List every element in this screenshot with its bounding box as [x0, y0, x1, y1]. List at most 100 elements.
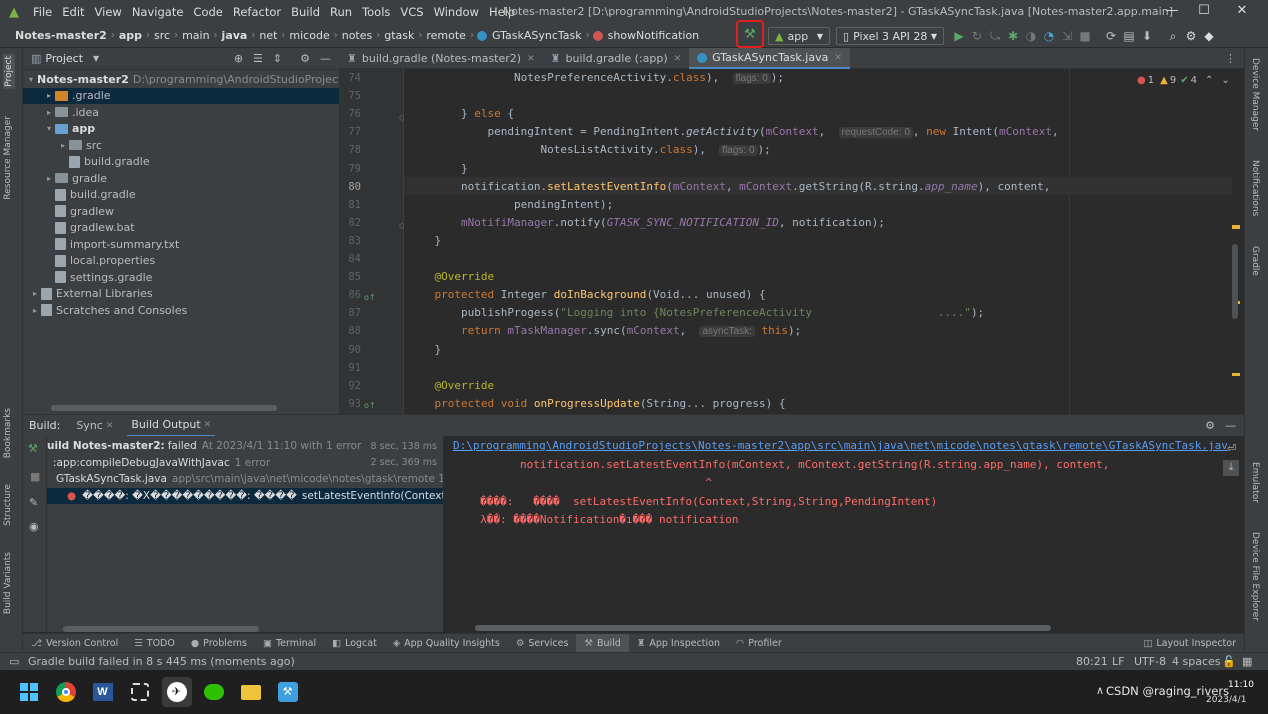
- run-config-select[interactable]: ▲ app ▼: [768, 27, 830, 45]
- tool-window-problems[interactable]: ● Problems: [183, 638, 255, 649]
- attach-debugger-icon[interactable]: ⇲: [1058, 27, 1076, 45]
- error-stripe-marker[interactable]: [1232, 373, 1240, 376]
- tree-item[interactable]: ▸ External Libraries: [23, 286, 339, 303]
- line-separator[interactable]: LF: [1112, 655, 1124, 668]
- menu-item-window[interactable]: Window: [429, 5, 484, 19]
- code-line[interactable]: protected void onProgressUpdate(String..…: [408, 395, 786, 413]
- tree-item[interactable]: ▸ .gradle: [23, 87, 339, 104]
- breadcrumb-item[interactable]: main: [179, 29, 212, 42]
- build-tree-row[interactable]: GTaskASyncTask.java app\src\main\java\net…: [47, 471, 443, 487]
- search-icon[interactable]: ⌕: [1164, 27, 1182, 45]
- tab-build-output[interactable]: Build Output ✕: [127, 415, 216, 437]
- tool-tab-gradle[interactable]: Gradle: [1250, 246, 1260, 276]
- chrome-icon[interactable]: [51, 677, 81, 707]
- tool-tab-structure[interactable]: Structure: [3, 484, 13, 526]
- tool-window-app-quality-insights[interactable]: ◈ App Quality Insights: [385, 638, 508, 649]
- indent-setting[interactable]: 4 spaces: [1172, 655, 1221, 668]
- chevron-down-icon[interactable]: ▼: [93, 54, 99, 63]
- hide-icon[interactable]: —: [1225, 419, 1236, 432]
- horizontal-scrollbar[interactable]: [63, 626, 259, 632]
- horizontal-scrollbar[interactable]: [475, 625, 1051, 631]
- tree-item[interactable]: ▸ src: [23, 137, 339, 154]
- scroll-to-end-icon[interactable]: ⤓: [1223, 460, 1239, 476]
- hide-icon[interactable]: —: [320, 52, 331, 65]
- tree-item[interactable]: ▾ Notes-master2 D:\programming\AndroidStud…: [23, 71, 352, 88]
- tree-item[interactable]: ▸ .idea: [23, 104, 339, 121]
- menu-item-view[interactable]: View: [90, 5, 127, 19]
- tool-tab-resource-manager[interactable]: Resource Manager: [3, 116, 13, 200]
- override-marker-icon[interactable]: o↑: [364, 401, 376, 410]
- gear-icon[interactable]: ⚙: [300, 52, 310, 65]
- breadcrumb-item[interactable]: remote: [423, 29, 469, 42]
- file-explorer-icon[interactable]: [236, 677, 266, 707]
- tool-tab-build-variants[interactable]: Build Variants: [3, 552, 13, 614]
- tree-item[interactable]: build.gradle: [23, 187, 339, 204]
- inspection-widget[interactable]: ● 1 ▲ 9 ✔ 4 ⌃ ⌄: [1137, 75, 1230, 86]
- close-icon[interactable]: ✕: [674, 54, 682, 64]
- vertical-scrollbar[interactable]: [1232, 244, 1238, 319]
- tree-item[interactable]: gradlew: [23, 203, 339, 220]
- tree-item[interactable]: build.gradle: [23, 154, 339, 171]
- close-icon[interactable]: ✕: [1232, 3, 1252, 21]
- pin-icon[interactable]: ✎: [29, 496, 38, 509]
- status-toggle-icon[interactable]: ▭: [9, 655, 19, 668]
- code-line[interactable]: return mTaskManager.sync(mContext, async…: [408, 322, 801, 340]
- tree-item[interactable]: gradlew.bat: [23, 220, 339, 237]
- chevron-right-icon[interactable]: ▸: [29, 306, 41, 315]
- lock-icon[interactable]: 🔓: [1222, 655, 1236, 668]
- run-icon[interactable]: ▶: [950, 27, 968, 45]
- stop-icon[interactable]: ■: [30, 470, 40, 483]
- menu-item-vcs[interactable]: VCS: [395, 5, 428, 19]
- settings-gear-icon[interactable]: ⚙: [1182, 27, 1200, 45]
- tool-window-terminal[interactable]: ▣ Terminal: [255, 638, 324, 649]
- tool-window-app-inspection[interactable]: ♜ App Inspection: [629, 638, 728, 649]
- tree-item[interactable]: ▾ app: [23, 121, 339, 138]
- close-icon[interactable]: ✕: [834, 53, 842, 63]
- code-line[interactable]: notification.setLatestEventInfo(mContext…: [408, 178, 1050, 196]
- chevron-right-icon[interactable]: ▸: [29, 289, 41, 298]
- file-encoding[interactable]: UTF-8: [1134, 655, 1166, 668]
- chevron-down-icon[interactable]: ⌄: [1221, 75, 1229, 86]
- code-line[interactable]: @Override: [408, 268, 495, 286]
- menu-item-navigate[interactable]: Navigate: [127, 5, 189, 19]
- code-line[interactable]: publishProgess("Logging into {NotesPrefe…: [408, 304, 984, 322]
- status-message[interactable]: Gradle build failed in 8 s 445 ms (momen…: [28, 655, 295, 668]
- close-icon[interactable]: ✕: [204, 420, 212, 430]
- tree-item[interactable]: ▸ Scratches and Consoles: [23, 302, 339, 319]
- error-stripe-marker[interactable]: [1232, 225, 1240, 229]
- breadcrumb-item[interactable]: Notes-master2: [12, 29, 110, 42]
- apply-code-changes-icon[interactable]: ⤿: [986, 27, 1004, 45]
- build-output-console[interactable]: D:\programming\AndroidStudioProjects\Not…: [445, 436, 1244, 632]
- editor-tab[interactable]: GTaskASyncTask.java ✕: [689, 48, 850, 69]
- tab-menu-icon[interactable]: ⋮: [1225, 52, 1236, 65]
- menu-item-tools[interactable]: Tools: [357, 5, 395, 19]
- device-select[interactable]: ▯ Pixel 3 API 28 ▼: [836, 27, 944, 45]
- coverage-icon[interactable]: ◑: [1022, 27, 1040, 45]
- sync-gradle-icon[interactable]: ⟳: [1102, 27, 1120, 45]
- code-line[interactable]: NotesPreferenceActivity.class), flags: 0…: [408, 69, 784, 87]
- wechat-icon[interactable]: [199, 677, 229, 707]
- error-file-link[interactable]: D:\programming\AndroidStudioProjects\Not…: [453, 437, 1228, 455]
- code-line[interactable]: mNotifiManager.notify(GTASK_SYNC_NOTIFIC…: [408, 214, 885, 232]
- build-tree-row[interactable]: ● ����: �X���������: ���� setLatestEventIn…: [47, 487, 443, 504]
- code-line[interactable]: } else {: [408, 105, 514, 123]
- chevron-right-icon[interactable]: ▸: [43, 91, 55, 100]
- locate-icon[interactable]: ⊕: [234, 52, 243, 65]
- caret-position[interactable]: 80:21: [1076, 655, 1108, 668]
- tool-tab-notifications[interactable]: Notifications: [1250, 160, 1260, 216]
- clock-date[interactable]: 2023/4/1: [1206, 695, 1246, 705]
- eye-icon[interactable]: ◉: [29, 520, 39, 533]
- breadcrumb-item[interactable]: notes: [339, 29, 376, 42]
- tree-item[interactable]: ▸ gradle: [23, 170, 339, 187]
- stop-icon[interactable]: ■: [1076, 27, 1094, 45]
- breadcrumb-item[interactable]: gtask: [381, 29, 417, 42]
- breadcrumb-item[interactable]: src: [151, 29, 173, 42]
- breadcrumb-item[interactable]: app: [116, 29, 145, 42]
- tool-window-logcat[interactable]: ◧ Logcat: [324, 638, 385, 649]
- minimize-icon[interactable]: —: [1162, 3, 1182, 21]
- close-icon[interactable]: ✕: [106, 421, 114, 431]
- code-line[interactable]: }: [408, 160, 468, 178]
- editor-tab[interactable]: ♜ build.gradle (Notes-master2) ✕: [339, 48, 543, 69]
- tool-window-version-control[interactable]: ⎇ Version Control: [23, 638, 126, 649]
- chevron-right-icon[interactable]: ▸: [43, 174, 55, 183]
